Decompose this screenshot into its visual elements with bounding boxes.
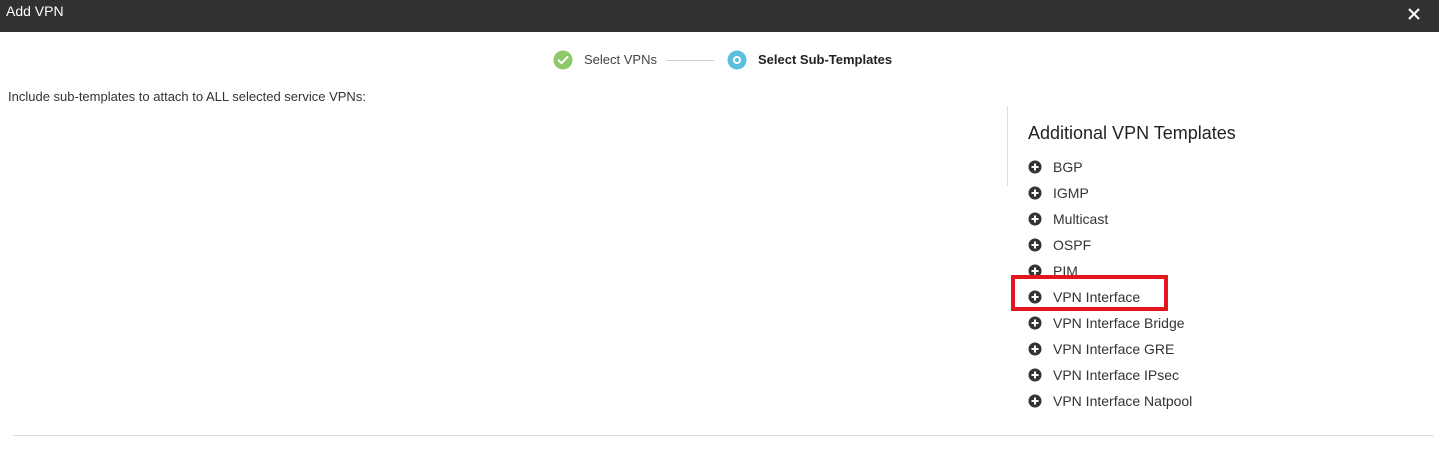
template-item-label: Multicast <box>1053 211 1109 227</box>
plus-circle-icon <box>1028 394 1042 408</box>
template-item-bgp[interactable]: BGP <box>1028 154 1328 180</box>
template-item-label: OSPF <box>1053 237 1092 253</box>
close-icon[interactable] <box>1403 3 1425 25</box>
template-item-label: PIM <box>1053 263 1078 279</box>
template-item-multicast[interactable]: Multicast <box>1028 206 1328 232</box>
plus-circle-icon <box>1028 160 1042 174</box>
template-item-vpn-interface-ipsec[interactable]: VPN Interface IPsec <box>1028 362 1328 388</box>
templates-panel-heading: Additional VPN Templates <box>1028 123 1236 143</box>
template-item-label: IGMP <box>1053 185 1089 201</box>
wizard-stepper: Select VPNs Select Sub-Templates <box>0 48 1439 72</box>
plus-circle-icon <box>1028 290 1042 304</box>
template-item-vpn-interface-natpool[interactable]: VPN Interface Natpool <box>1028 388 1328 414</box>
template-item-label: VPN Interface Natpool <box>1053 393 1193 409</box>
template-item-label: BGP <box>1053 159 1083 175</box>
plus-circle-icon <box>1028 186 1042 200</box>
check-circle-icon <box>553 50 573 70</box>
step-select-sub-templates[interactable]: Select Sub-Templates <box>758 52 892 67</box>
panel-divider <box>1007 106 1008 186</box>
template-item-label: VPN Interface IPsec <box>1053 367 1180 383</box>
template-item-vpn-interface-bridge[interactable]: VPN Interface Bridge <box>1028 310 1328 336</box>
title-bar: Add VPN <box>0 0 1439 32</box>
template-item-label: VPN Interface GRE <box>1053 341 1175 357</box>
step-connector <box>666 60 714 61</box>
window-title: Add VPN <box>6 3 64 19</box>
plus-circle-icon <box>1028 212 1042 226</box>
instruction-text: Include sub-templates to attach to ALL s… <box>8 89 366 104</box>
active-step-icon <box>727 50 747 70</box>
template-item-label: VPN Interface Bridge <box>1053 315 1185 331</box>
plus-circle-icon <box>1028 342 1042 356</box>
plus-circle-icon <box>1028 316 1042 330</box>
step-select-vpns[interactable]: Select VPNs <box>584 52 657 67</box>
template-list: BGP IGMP Multicast OSPF PIM VPN Interfac… <box>1028 154 1328 414</box>
template-item-ospf[interactable]: OSPF <box>1028 232 1328 258</box>
plus-circle-icon <box>1028 238 1042 252</box>
template-item-pim[interactable]: PIM <box>1028 258 1328 284</box>
template-item-igmp[interactable]: IGMP <box>1028 180 1328 206</box>
footer-divider <box>13 435 1434 436</box>
template-item-vpn-interface-gre[interactable]: VPN Interface GRE <box>1028 336 1328 362</box>
plus-circle-icon <box>1028 368 1042 382</box>
plus-circle-icon <box>1028 264 1042 278</box>
template-item-vpn-interface[interactable]: VPN Interface <box>1028 284 1328 310</box>
template-item-label: VPN Interface <box>1053 289 1141 305</box>
